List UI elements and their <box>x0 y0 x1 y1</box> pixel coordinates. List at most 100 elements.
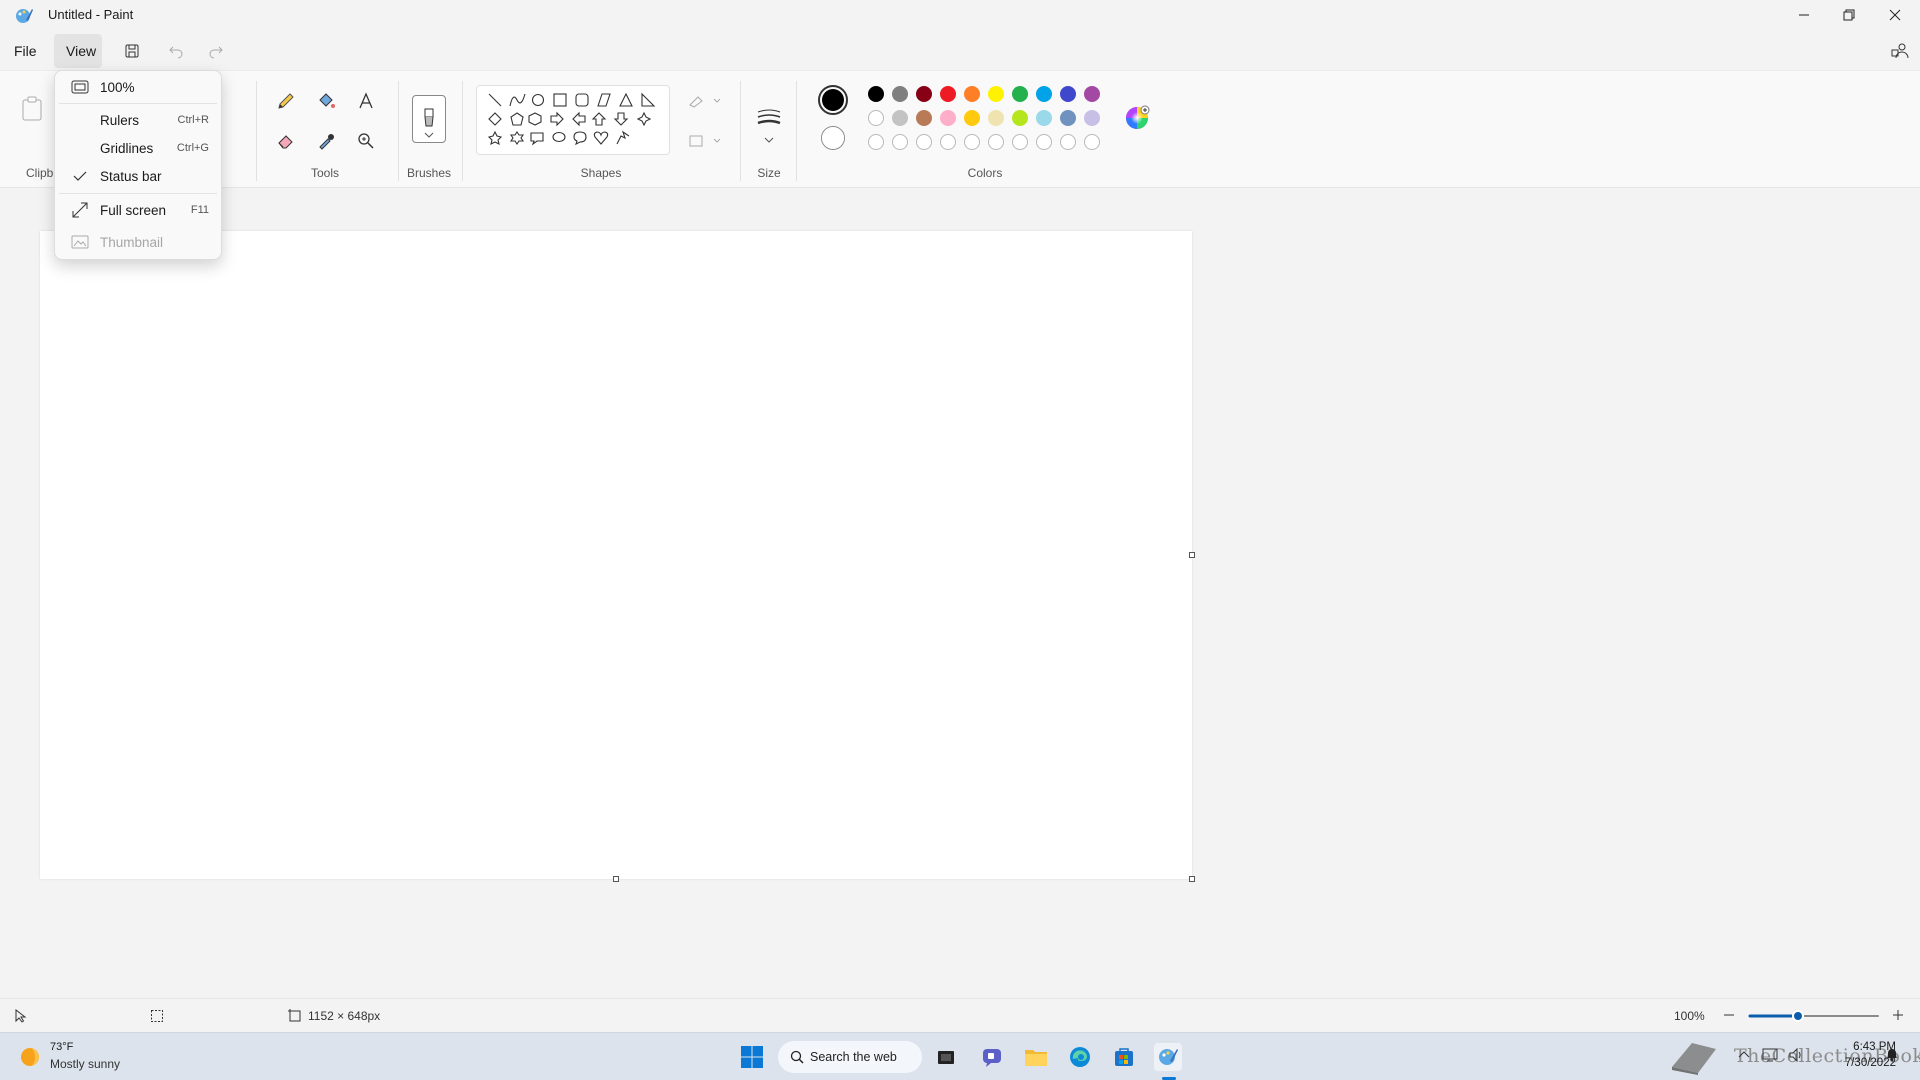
color-swatch[interactable] <box>892 110 908 126</box>
fill-tool[interactable] <box>312 87 340 115</box>
color-swatch[interactable] <box>1060 86 1076 102</box>
close-button[interactable] <box>1872 0 1918 30</box>
file-explorer-button[interactable] <box>1022 1043 1050 1071</box>
color-picker-tool[interactable] <box>312 127 340 155</box>
outline-button[interactable] <box>684 87 724 115</box>
chat-button[interactable] <box>978 1043 1006 1071</box>
rectangle-shape-icon <box>553 93 567 107</box>
redo-button[interactable] <box>202 38 230 64</box>
zoom-menu-item[interactable]: 100% <box>59 74 217 100</box>
rect-callout-shape-icon <box>530 132 544 146</box>
restore-button[interactable] <box>1826 0 1872 30</box>
file-menu[interactable]: File <box>2 34 49 68</box>
fill-style-button[interactable] <box>684 127 724 155</box>
custom-color-slot[interactable] <box>1036 134 1052 150</box>
paste-button[interactable] <box>18 95 46 123</box>
paint-taskbar-button[interactable] <box>1154 1043 1182 1071</box>
window-title: Untitled - Paint <box>48 7 134 22</box>
line-shape-icon <box>488 93 502 107</box>
custom-color-slot[interactable] <box>1084 134 1100 150</box>
minimize-button[interactable] <box>1781 0 1827 30</box>
color-swatch[interactable] <box>940 86 956 102</box>
start-button[interactable] <box>738 1043 766 1071</box>
canvas-size-indicator <box>288 1009 302 1023</box>
color-swatch[interactable] <box>988 86 1004 102</box>
zoom-slider[interactable] <box>1748 1008 1880 1024</box>
edge-button[interactable] <box>1066 1043 1094 1071</box>
custom-color-slot[interactable] <box>1060 134 1076 150</box>
color-swatch[interactable] <box>1012 110 1028 126</box>
full-screen-menu-item[interactable]: Full screen F11 <box>59 197 217 223</box>
canvas-size-text: 1152 × 648px <box>308 1009 381 1023</box>
text-tool[interactable] <box>352 87 380 115</box>
pointer-icon <box>15 1009 27 1023</box>
drawing-canvas[interactable] <box>40 231 1195 882</box>
zoom-out-button[interactable] <box>1722 1008 1736 1022</box>
color-swatch[interactable] <box>1060 110 1076 126</box>
primary-color[interactable] <box>818 85 848 115</box>
color-swatch[interactable] <box>868 86 884 102</box>
paint-app-icon <box>14 6 34 26</box>
color-swatch[interactable] <box>916 86 932 102</box>
store-button[interactable] <box>1110 1043 1138 1071</box>
bell-icon <box>1887 1049 1897 1062</box>
pencil-tool[interactable] <box>272 87 300 115</box>
view-menu[interactable]: View <box>54 34 102 68</box>
zoom-in-button[interactable] <box>1891 1008 1905 1022</box>
color-swatch[interactable] <box>1084 86 1100 102</box>
resize-handle-bottom[interactable] <box>613 876 619 882</box>
edit-colors-button[interactable] <box>1124 105 1150 131</box>
ribbon: Clipb Tools Brushes Shapes Size Colors <box>0 70 1920 188</box>
save-icon <box>125 44 139 58</box>
task-view-button[interactable] <box>932 1043 960 1071</box>
color-swatch[interactable] <box>892 86 908 102</box>
color-swatch[interactable] <box>1012 86 1028 102</box>
gridlines-menu-item[interactable]: Gridlines Ctrl+G <box>59 135 217 161</box>
secondary-color[interactable] <box>821 126 845 150</box>
network-button[interactable] <box>1762 1047 1778 1063</box>
secondary-color-swatch <box>822 127 844 149</box>
custom-color-slot[interactable] <box>892 134 908 150</box>
color-swatch[interactable] <box>1084 110 1100 126</box>
paint-bucket-icon <box>319 93 335 108</box>
custom-color-slot[interactable] <box>940 134 956 150</box>
undo-button[interactable] <box>162 38 190 64</box>
color-swatch[interactable] <box>916 110 932 126</box>
taskbar-search[interactable]: Search the web <box>778 1041 922 1073</box>
color-swatch[interactable] <box>964 110 980 126</box>
size-button[interactable] <box>754 93 784 153</box>
rulers-menu-item[interactable]: Rulers Ctrl+R <box>59 107 217 133</box>
custom-color-slot[interactable] <box>1012 134 1028 150</box>
color-swatch[interactable] <box>1036 86 1052 102</box>
minimize-icon <box>1799 14 1809 16</box>
magnifier-tool[interactable] <box>352 127 380 155</box>
fill-style-icon <box>689 135 721 147</box>
menu-separator <box>59 193 217 194</box>
resize-handle-corner[interactable] <box>1189 876 1195 882</box>
save-button[interactable] <box>118 38 146 64</box>
color-swatch[interactable] <box>1036 110 1052 126</box>
volume-button[interactable] <box>1788 1047 1804 1063</box>
store-icon <box>1115 1048 1133 1066</box>
custom-color-slot[interactable] <box>964 134 980 150</box>
down-arrow-shape-icon <box>613 112 629 126</box>
weather-widget[interactable] <box>18 1045 42 1069</box>
diamond-shape-icon <box>488 112 502 126</box>
brushes-dropdown[interactable] <box>416 127 442 143</box>
custom-color-slot[interactable] <box>916 134 932 150</box>
thumbnail-menu-item[interactable]: Thumbnail <box>59 229 217 255</box>
color-swatch[interactable] <box>940 110 956 126</box>
book-icon <box>1672 1043 1716 1075</box>
account-button[interactable] <box>1886 38 1914 64</box>
custom-color-slot[interactable] <box>988 134 1004 150</box>
resize-handle-right[interactable] <box>1189 552 1195 558</box>
eraser-tool[interactable] <box>272 127 300 155</box>
status-bar-menu-item[interactable]: Status bar <box>59 163 217 189</box>
color-swatch[interactable] <box>988 110 1004 126</box>
tray-overflow-button[interactable] <box>1738 1049 1750 1061</box>
color-swatch[interactable] <box>964 86 980 102</box>
notifications-button[interactable] <box>1884 1047 1900 1063</box>
custom-color-slot[interactable] <box>868 134 884 150</box>
color-swatch[interactable] <box>868 110 884 126</box>
triangle-shape-icon <box>619 92 633 107</box>
